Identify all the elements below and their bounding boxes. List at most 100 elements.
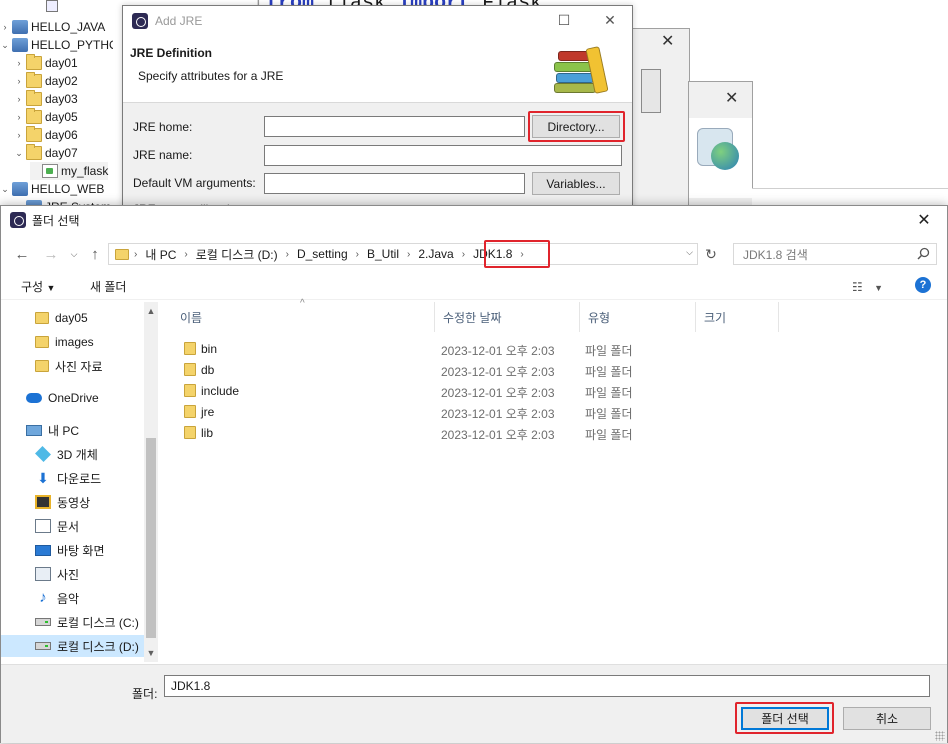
forward-arrow-icon[interactable]: → [40,243,62,265]
chevron-right-icon[interactable]: › [462,249,465,260]
folder-icon [184,384,196,397]
nav-item[interactable]: 로컬 디스크 (D:) [1,635,144,657]
tree-item[interactable]: ⌄ HELLO_PYTHO [0,36,113,54]
chevron-right-icon[interactable]: › [356,249,359,260]
close-icon[interactable]: ✕ [725,88,738,108]
chevron-down-icon[interactable]: ⌄ [0,184,10,195]
nav-item[interactable]: 사진 자료 [1,355,144,377]
nav-item[interactable]: 바탕 화면 [1,539,144,561]
cancel-button[interactable]: 취소 [843,707,931,730]
chevron-right-icon[interactable]: › [14,112,24,122]
tree-item[interactable]: › day01 [14,54,78,72]
tree-item[interactable]: › day05 [14,108,78,126]
file-row[interactable]: include 2023-12-01 오후 2:03 파일 폴더 [178,380,938,401]
chevron-right-icon[interactable]: › [407,249,410,260]
chevron-right-icon[interactable]: › [14,94,24,104]
breadcrumb-item[interactable]: 2.Java › [418,247,473,261]
jre-name-input[interactable] [264,145,622,166]
tree-item[interactable]: › day03 [14,90,78,108]
file-row[interactable]: db 2023-12-01 오후 2:03 파일 폴더 [178,359,938,380]
column-size[interactable]: 크기 [696,302,779,332]
nav-item[interactable]: day05 [1,307,144,329]
chevron-right-icon[interactable]: › [14,58,24,68]
tree-item[interactable]: ⌄ day07 [14,144,78,162]
tree-item[interactable]: › HELLO_JAVA [0,18,105,36]
nav-scrollbar[interactable]: ▲ ▼ [144,302,158,662]
organize-button[interactable]: 구성 ▼ [21,278,55,295]
chevron-right-icon[interactable]: › [14,76,24,86]
column-type[interactable]: 유형 [580,302,696,332]
file-row[interactable]: lib 2023-12-01 오후 2:03 파일 폴더 [178,422,938,443]
tree-item-label: day07 [45,146,78,160]
chevron-right-icon[interactable]: › [286,249,289,260]
vm-args-input[interactable] [264,173,525,194]
folder-icon [35,360,49,372]
help-icon[interactable]: ? [915,277,931,293]
breadcrumb-item[interactable]: 로컬 디스크 (D:) › [196,246,297,263]
tree-item[interactable]: ⌄ HELLO_WEB [0,180,104,198]
scrollbar-thumb[interactable] [146,438,156,638]
close-icon[interactable]: ✕ [661,31,674,51]
3d-objects-icon [35,446,51,462]
file-row[interactable]: jre 2023-12-01 오후 2:03 파일 폴더 [178,401,938,422]
file-modified: 2023-12-01 오후 2:03 [441,386,555,400]
nav-item[interactable]: ⬇ 다운로드 [1,467,144,489]
jre-banner: JRE Definition Specify attributes for a … [123,35,632,103]
search-input[interactable]: JDK1.8 검색 [743,246,808,263]
jre-home-input[interactable] [264,116,525,137]
new-folder-button[interactable]: 새 폴더 [90,278,126,295]
recent-locations-icon[interactable]: ⌵ [63,243,85,265]
nav-item[interactable]: 사진 [1,563,144,585]
nav-item[interactable]: OneDrive [1,387,144,409]
nav-item[interactable]: images [1,331,144,353]
folder-icon [184,426,196,439]
nav-item[interactable]: 문서 [1,515,144,537]
close-button[interactable]: ✕ [901,206,947,234]
tree-item-label: HELLO_WEB [31,182,105,196]
nav-item-label: 사진 자료 [55,359,103,374]
folder-icon [115,248,129,260]
breadcrumb-item[interactable]: 내 PC › [145,246,195,263]
up-arrow-icon[interactable]: ↑ [84,243,106,265]
tree-item[interactable]: › day06 [14,126,78,144]
refresh-icon[interactable]: ↻ [701,243,721,265]
drive-icon [35,618,51,626]
column-name[interactable]: 이름 [172,302,435,332]
chevron-down-icon[interactable]: ⌵ [686,247,693,258]
nav-item[interactable]: 로컬 디스크 (C:) [1,611,144,633]
column-modified[interactable]: 수정한 날짜 [435,302,580,332]
address-bar[interactable]: › 내 PC › 로컬 디스크 (D:) › D_setting › B_Util › 2.Ja… [108,243,698,265]
collapse-all-icon[interactable] [46,0,58,12]
nav-item-label: 사진 [57,567,80,582]
breadcrumb-item[interactable]: D_setting › [297,247,367,261]
breadcrumb-item[interactable]: B_Util › [367,247,418,261]
tree-item[interactable]: my_flask [30,162,109,180]
file-row[interactable]: bin 2023-12-01 오후 2:03 파일 폴더 [178,338,938,359]
nav-item[interactable]: 내 PC [1,419,144,441]
tree-item-label: HELLO_JAVA [31,20,106,34]
tree-item-label: day03 [45,92,78,106]
globe-icon [711,142,739,170]
project-icon [12,182,28,196]
chevron-down-icon[interactable]: ⌄ [0,40,10,51]
folder-name-input[interactable]: JDK1.8 [164,675,930,697]
maximize-button[interactable]: ☐ [541,6,587,35]
search-box[interactable]: JDK1.8 검색 [733,243,937,265]
resize-grip[interactable] [935,731,945,741]
view-options-icon[interactable]: ☷ ▼ [852,280,883,294]
chevron-right-icon[interactable]: › [0,22,10,32]
scroll-up-icon[interactable]: ▲ [146,306,156,316]
back-arrow-icon[interactable]: ← [11,243,33,265]
scroll-down-icon[interactable]: ▼ [146,648,156,658]
chevron-right-icon[interactable]: › [184,249,187,260]
file-modified: 2023-12-01 오후 2:03 [441,365,555,379]
chevron-right-icon[interactable]: › [14,130,24,140]
nav-item[interactable]: 동영상 [1,491,144,513]
nav-item[interactable]: ♪ 음악 [1,587,144,609]
variables-button[interactable]: Variables... [532,172,620,195]
nav-item-label: 내 PC [48,423,80,438]
chevron-down-icon[interactable]: ⌄ [14,148,24,159]
close-button[interactable]: ✕ [587,6,632,35]
tree-item[interactable]: › day02 [14,72,78,90]
nav-item[interactable]: 3D 개체 [1,443,144,465]
